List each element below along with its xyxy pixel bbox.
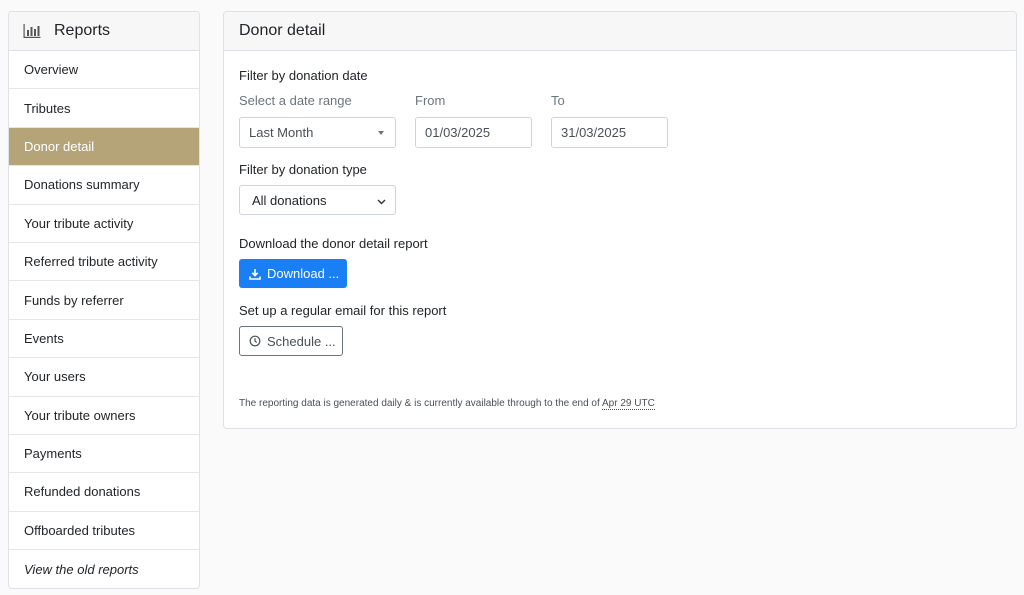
sidebar-item-events[interactable]: Events	[9, 320, 199, 359]
from-date-input[interactable]	[416, 118, 531, 147]
to-date-group	[551, 117, 668, 148]
schedule-button[interactable]: Schedule ...	[239, 326, 343, 356]
download-button[interactable]: Download ...	[239, 259, 347, 288]
footnote-text: The reporting data is generated daily & …	[239, 398, 600, 409]
download-heading: Download the donor detail report	[239, 236, 428, 251]
sidebar-title: Reports	[54, 22, 111, 39]
date-range-value: Last Month	[249, 125, 314, 140]
reports-sidebar: Reports Overview Tributes Donor detail D…	[8, 11, 200, 590]
sidebar-item-payments[interactable]: Payments	[9, 435, 199, 474]
bar-chart-icon	[23, 24, 41, 38]
sidebar-header: Reports	[9, 12, 199, 51]
page-title: Donor detail	[224, 12, 1016, 51]
data-availability-note: The reporting data is generated daily & …	[239, 398, 655, 410]
sidebar-item-funds-by-referrer[interactable]: Funds by referrer	[9, 281, 199, 320]
sidebar-item-your-tribute-activity[interactable]: Your tribute activity	[9, 205, 199, 243]
to-label: To	[551, 93, 565, 108]
download-button-label: Download ...	[267, 266, 340, 281]
date-range-label: Select a date range	[239, 93, 352, 108]
schedule-button-label: Schedule ...	[267, 333, 336, 349]
footnote-date: Apr 29 UTC	[602, 398, 655, 410]
schedule-heading: Set up a regular email for this report	[239, 303, 447, 318]
sidebar-item-old-reports[interactable]: View the old reports	[9, 550, 199, 588]
sidebar-item-donor-detail[interactable]: Donor detail	[9, 127, 199, 167]
chevron-down-icon	[377, 193, 386, 208]
caret-down-icon	[378, 130, 384, 135]
sidebar-item-refunded-donations[interactable]: Refunded donations	[9, 473, 199, 512]
donor-detail-panel: Donor detail Filter by donation date Sel…	[223, 11, 1017, 429]
sidebar-item-overview[interactable]: Overview	[9, 51, 199, 90]
sidebar-item-offboarded-tributes[interactable]: Offboarded tributes	[9, 512, 199, 551]
to-date-input[interactable]	[552, 118, 667, 147]
sidebar-item-your-users[interactable]: Your users	[9, 358, 199, 397]
clock-icon	[249, 335, 261, 347]
from-date-group	[415, 117, 532, 148]
download-icon	[249, 268, 261, 280]
date-filter-heading: Filter by donation date	[239, 68, 368, 83]
donation-type-value: All donations	[252, 192, 327, 208]
type-filter-heading: Filter by donation type	[239, 162, 367, 177]
sidebar-item-your-tribute-owners[interactable]: Your tribute owners	[9, 397, 199, 435]
from-label: From	[415, 93, 446, 108]
sidebar-item-donations-summary[interactable]: Donations summary	[9, 166, 199, 205]
date-range-select[interactable]: Last Month	[239, 117, 396, 148]
sidebar-item-referred-tribute-activity[interactable]: Referred tribute activity	[9, 243, 199, 282]
donation-type-select[interactable]: All donations	[239, 185, 396, 215]
sidebar-item-tributes[interactable]: Tributes	[9, 89, 199, 128]
